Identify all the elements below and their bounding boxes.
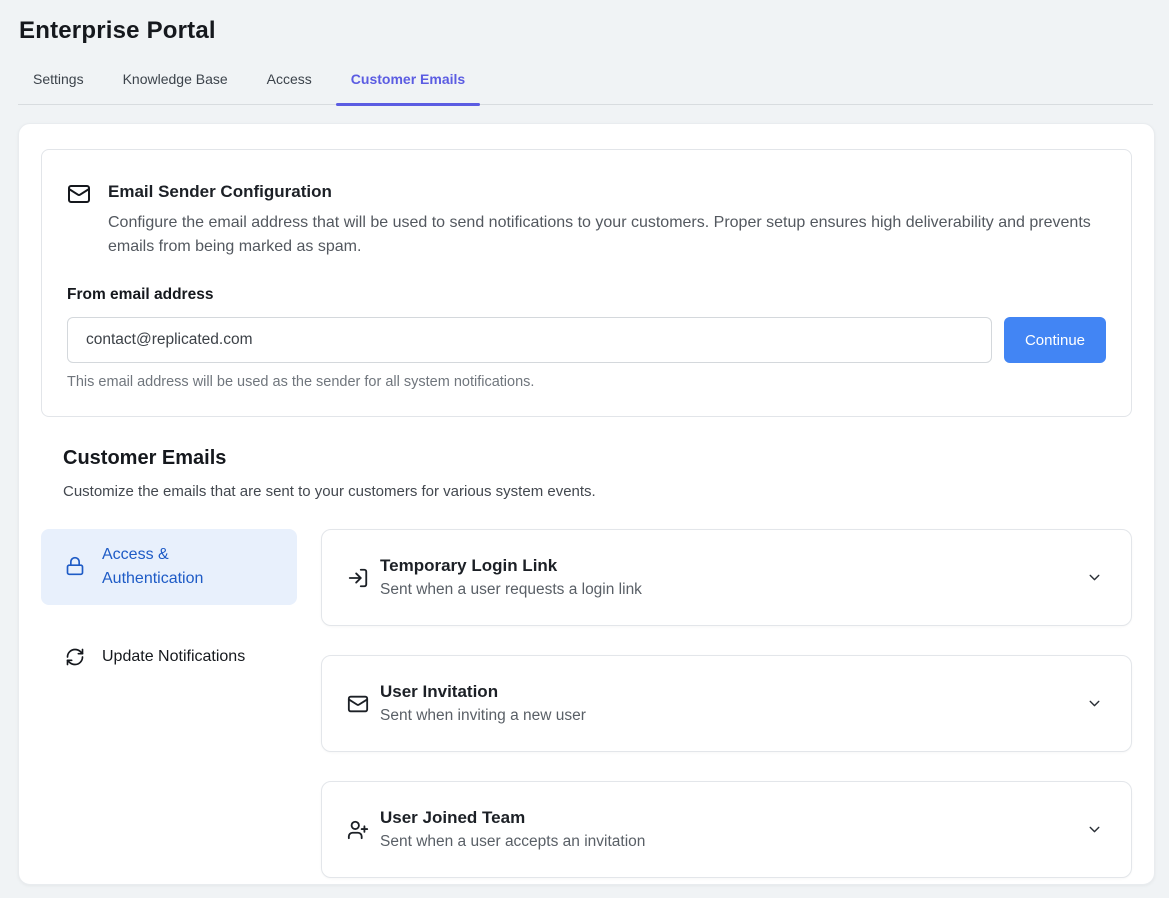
from-email-label: From email address bbox=[67, 286, 1106, 304]
sender-helper-text: This email address will be used as the s… bbox=[67, 374, 1106, 390]
refresh-icon bbox=[65, 647, 85, 667]
template-subtitle: Sent when a user requests a login link bbox=[380, 581, 642, 599]
main-panel: Email Sender Configuration Configure the… bbox=[18, 123, 1155, 885]
chevron-down-icon[interactable] bbox=[1086, 569, 1103, 586]
email-template-user-joined-team[interactable]: User Joined Team Sent when a user accept… bbox=[321, 781, 1132, 878]
chevron-down-icon[interactable] bbox=[1086, 695, 1103, 712]
sender-config-title: Email Sender Configuration bbox=[108, 180, 1093, 202]
tab-customer-emails[interactable]: Customer Emails bbox=[336, 59, 480, 104]
from-email-input[interactable] bbox=[67, 317, 992, 363]
chevron-down-icon[interactable] bbox=[1086, 821, 1103, 838]
page-header: Enterprise Portal bbox=[0, 0, 1169, 45]
sidebar-item-label: Update Notifications bbox=[102, 647, 245, 667]
tab-knowledge-base[interactable]: Knowledge Base bbox=[108, 59, 243, 104]
mail-icon bbox=[347, 693, 369, 715]
email-template-user-invitation[interactable]: User Invitation Sent when inviting a new… bbox=[321, 655, 1132, 752]
sender-config-description: Configure the email address that will be… bbox=[108, 211, 1093, 259]
continue-button[interactable]: Continue bbox=[1004, 317, 1106, 363]
sidebar-item-label: Access & Authentication bbox=[102, 543, 262, 591]
template-title: User Joined Team bbox=[380, 808, 645, 828]
tab-access[interactable]: Access bbox=[252, 59, 327, 104]
template-subtitle: Sent when inviting a new user bbox=[380, 707, 586, 725]
customer-emails-subtitle: Customize the emails that are sent to yo… bbox=[63, 483, 1132, 500]
email-template-temporary-login-link[interactable]: Temporary Login Link Sent when a user re… bbox=[321, 529, 1132, 626]
template-title: Temporary Login Link bbox=[380, 556, 642, 576]
login-icon bbox=[347, 567, 369, 589]
tab-settings[interactable]: Settings bbox=[18, 59, 99, 104]
sidebar-item-update-notifications[interactable]: Update Notifications bbox=[41, 633, 297, 681]
template-title: User Invitation bbox=[380, 682, 586, 702]
template-subtitle: Sent when a user accepts an invitation bbox=[380, 833, 645, 851]
sidebar-item-access-authentication[interactable]: Access & Authentication bbox=[41, 529, 297, 605]
email-category-sidebar: Access & Authentication Update Notificat… bbox=[41, 529, 297, 878]
email-template-list: Temporary Login Link Sent when a user re… bbox=[321, 529, 1132, 878]
email-sender-config-card: Email Sender Configuration Configure the… bbox=[41, 149, 1132, 417]
customer-emails-title: Customer Emails bbox=[63, 447, 1132, 470]
tab-bar: Settings Knowledge Base Access Customer … bbox=[18, 59, 1153, 105]
user-plus-icon bbox=[347, 819, 369, 841]
lock-icon bbox=[65, 556, 85, 576]
mail-icon bbox=[67, 182, 91, 206]
page-title: Enterprise Portal bbox=[19, 17, 1169, 45]
